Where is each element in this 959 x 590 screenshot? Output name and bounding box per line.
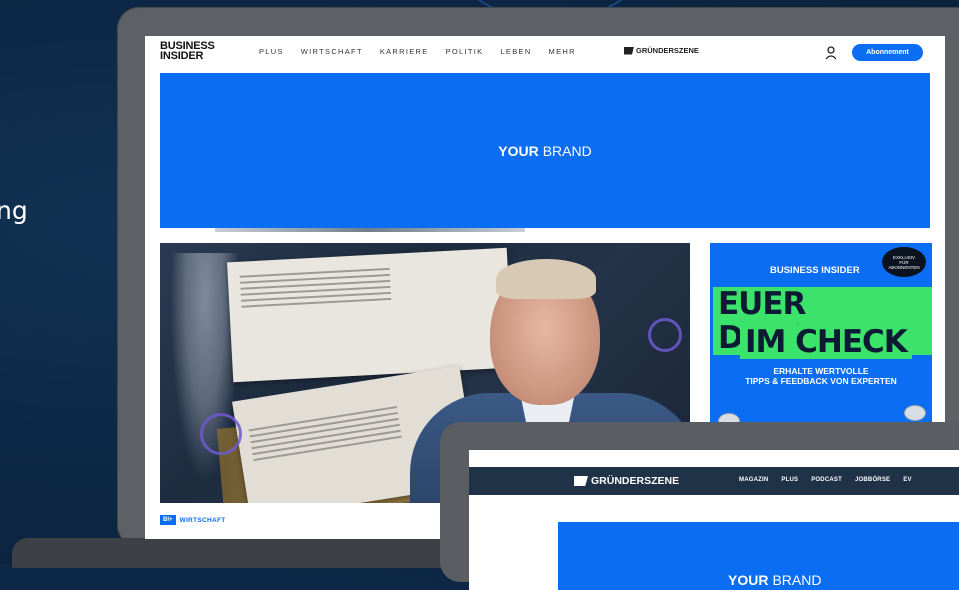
nav-leben[interactable]: LEBEN (500, 47, 531, 56)
ad-banner[interactable]: YOUR BRAND (160, 73, 930, 228)
nav-wirtschaft[interactable]: WIRTSCHAFT (301, 47, 363, 56)
ad-subline: ERHALTE WERTVOLLE TIPPS & FEEDBACK VON E… (710, 366, 932, 386)
ad-subline-1: ERHALTE WERTVOLLE (773, 366, 869, 376)
nav-politik[interactable]: POLITIK (446, 47, 484, 56)
nav-magazin[interactable]: MAGAZIN (739, 477, 768, 483)
decor-ring (648, 318, 682, 352)
tablet-screen: GRÜNDERSZENE MAGAZIN PLUS PODCAST JOBBÖR… (469, 450, 959, 590)
gruenderszene-link[interactable]: GRÜNDERSZENE (624, 46, 699, 55)
background-text: ng (0, 196, 28, 225)
tablet-ad-banner-text: YOUR BRAND (728, 572, 821, 588)
gruenderszene-logo-text: GRÜNDERSZENE (591, 475, 680, 487)
nav-podcast[interactable]: PODCAST (811, 477, 842, 483)
tablet-ad-bold: YOUR (728, 572, 769, 588)
user-account-icon[interactable] (825, 46, 837, 60)
ad-banner-text: BRAND (542, 142, 592, 159)
subscribe-button[interactable]: Abonnement (852, 44, 923, 61)
nav-karriere[interactable]: KARRIERE (380, 47, 429, 56)
bi-header: BUSINESS INSIDER PLUS WIRTSCHAFT KARRIER… (145, 36, 945, 72)
person-hair (496, 259, 596, 299)
ad-banner-bold: YOUR (498, 142, 539, 159)
logo-line-2: INSIDER (160, 50, 204, 62)
ad-headline-2: IM CHECK (740, 325, 912, 359)
nav-plus[interactable]: PLUS (259, 47, 284, 56)
tablet-ad-rest: BRAND (772, 572, 822, 588)
ad-subline-2: TIPPS & FEEDBACK VON EXPERTEN (745, 376, 897, 386)
nav-plus[interactable]: PLUS (781, 477, 798, 483)
decor-ring (200, 413, 242, 455)
tablet-ad-banner[interactable]: YOUR BRAND (558, 522, 959, 590)
letter-paper (227, 247, 513, 383)
gruenderszene-header: GRÜNDERSZENE MAGAZIN PLUS PODCAST JOBBÖR… (469, 467, 959, 495)
gruenderszene-label: GRÜNDERSZENE (636, 46, 699, 55)
nav-jobboerse[interactable]: JOBBÖRSE (855, 477, 890, 483)
gruenderszene-logo[interactable]: GRÜNDERSZENE (574, 475, 679, 487)
ad-bottom-strip (215, 228, 525, 232)
badge-line-3: ABONNENTEN (888, 264, 920, 270)
side-ad-brand: BUSINESS INSIDER (770, 265, 860, 276)
gruenderszene-mark-icon (624, 46, 634, 55)
category-label: WIRTSCHAFT (179, 516, 226, 524)
nav-events[interactable]: EV (903, 477, 911, 483)
gruenderszene-mark-icon (574, 476, 588, 486)
gruenderszene-nav: MAGAZIN PLUS PODCAST JOBBÖRSE EV (739, 477, 912, 483)
tablet-mockup: GRÜNDERSZENE MAGAZIN PLUS PODCAST JOBBÖR… (440, 422, 959, 590)
nav-mehr[interactable]: MEHR (549, 47, 576, 56)
bi-plus-badge: BI+ (160, 515, 176, 525)
bi-main-nav: PLUS WIRTSCHAFT KARRIERE POLITIK LEBEN M… (259, 47, 576, 56)
coin-icon (904, 405, 926, 421)
exclusive-badge: EXKLUSIV FÜR ABONNENTEN (882, 247, 926, 277)
business-insider-logo[interactable]: BUSINESS INSIDER (160, 41, 215, 62)
article-category-tag[interactable]: BI+ WIRTSCHAFT (160, 515, 225, 525)
